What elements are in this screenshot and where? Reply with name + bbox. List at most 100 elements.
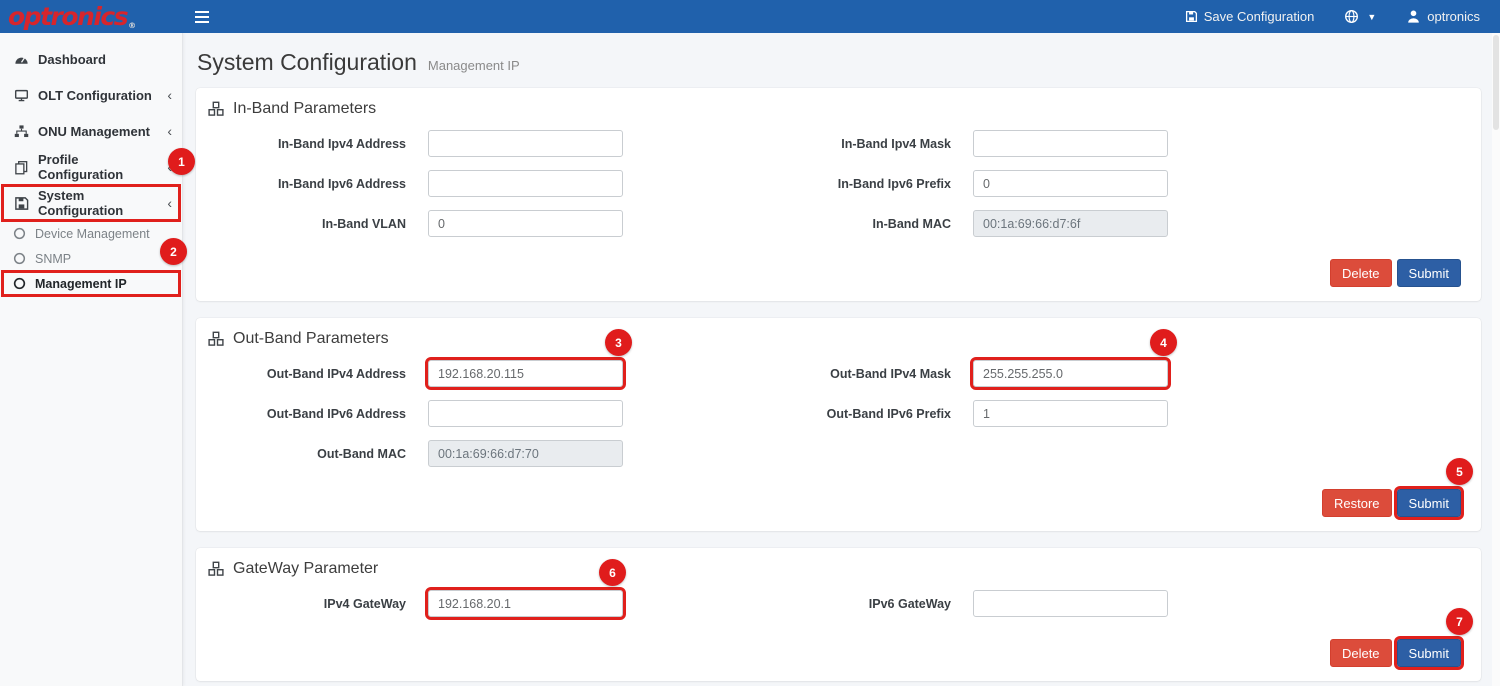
dashboard-icon [14,52,29,67]
sidebar-item-olt-configuration[interactable]: OLT Configuration ‹ [2,77,180,113]
cubes-icon [208,331,224,347]
outband-form: Out-Band IPv4 Address 3 Out-Band IPv4 Ma… [206,360,1471,467]
field-label: In-Band Ipv6 Prefix [751,177,951,191]
gateway-actions: Delete Submit 7 [206,639,1461,667]
chevron-left-icon: ‹ [167,195,172,211]
outband-ipv6-address-input[interactable] [428,400,623,427]
sidebar-item-dashboard[interactable]: Dashboard [2,41,180,77]
chevron-left-icon: ‹ [167,123,172,139]
outband-section-title: Out-Band Parameters [208,330,1471,348]
gateway-form: IPv4 GateWay 6 IPv6 GateWay [206,590,1471,617]
form-row: In-Band MAC [751,210,1471,237]
cubes-icon [208,101,224,117]
circle-icon [13,277,26,290]
field-label: IPv4 GateWay [206,597,406,611]
outband-submit-button[interactable]: Submit [1397,489,1461,517]
chevron-left-icon: ‹ [167,159,172,175]
form-row: IPv6 GateWay [751,590,1471,617]
outband-ipv4-address-input[interactable] [428,360,623,387]
outband-actions: Restore Submit 5 [206,489,1461,517]
chevron-left-icon: ‹ [167,87,172,103]
main-content: System Configuration Management IP In-Ba… [183,33,1492,686]
form-row-empty [751,440,1471,467]
save-configuration-label: Save Configuration [1204,9,1315,24]
sidebar-item-label: OLT Configuration [38,88,152,103]
sidebar-item-snmp[interactable]: SNMP [2,246,180,271]
field-label: In-Band MAC [751,217,951,231]
outband-ipv4-mask-input[interactable] [973,360,1168,387]
form-row: Out-Band IPv4 Mask 4 [751,360,1471,387]
form-row: IPv4 GateWay 6 [206,590,751,617]
caret-down-icon: ▼ [1367,12,1376,22]
inband-ipv4-mask-input[interactable] [973,130,1168,157]
inband-actions: Delete Submit [206,259,1461,287]
field-label: Out-Band IPv6 Address [206,407,406,421]
sidebar-item-label: ONU Management [38,124,150,139]
save-configuration-button[interactable]: Save Configuration [1185,9,1315,24]
circle-icon [13,252,26,265]
sidebar-item-profile-configuration[interactable]: Profile Configuration ‹ [2,149,180,185]
form-row: Out-Band IPv4 Address 3 [206,360,751,387]
brand-text: optronics [8,4,127,29]
inband-submit-button[interactable]: Submit [1397,259,1461,287]
sidebar-item-management-ip[interactable]: Management IP 2 [2,271,180,296]
sidebar-item-system-configuration[interactable]: System Configuration ‹ 1 [2,185,180,221]
language-dropdown[interactable]: ▼ [1344,9,1376,24]
outband-restore-button[interactable]: Restore [1322,489,1392,517]
page-subtitle: Management IP [428,58,520,73]
inband-ipv4-address-input[interactable] [428,130,623,157]
ipv4-gateway-input[interactable] [428,590,623,617]
inband-delete-button[interactable]: Delete [1330,259,1392,287]
circle-icon [13,227,26,240]
copy-icon [14,160,29,175]
vertical-scrollbar[interactable] [1492,33,1500,686]
gateway-submit-button[interactable]: Submit [1397,639,1461,667]
topbar-right: Save Configuration ▼ optronics [1185,9,1500,24]
sidebar: Dashboard OLT Configuration ‹ ONU Manage… [0,33,183,686]
username-label: optronics [1427,9,1480,24]
sidebar-item-onu-management[interactable]: ONU Management ‹ [2,113,180,149]
outband-parameters-card: Out-Band Parameters Out-Band IPv4 Addres… [196,318,1481,531]
form-row: In-Band Ipv6 Address [206,170,751,197]
ipv6-gateway-input[interactable] [973,590,1168,617]
cubes-icon [208,561,224,577]
gateway-parameter-card: GateWay Parameter IPv4 GateWay 6 IPv6 Ga… [196,548,1481,681]
inband-vlan-input[interactable] [428,210,623,237]
topbar: optronics® Save Configuration ▼ optronic… [0,0,1500,33]
form-row: Out-Band IPv6 Prefix [751,400,1471,427]
form-row: Out-Band IPv6 Address [206,400,751,427]
inband-section-title: In-Band Parameters [208,100,1471,118]
inband-ipv6-address-input[interactable] [428,170,623,197]
page-title: System Configuration [197,49,417,76]
sidebar-item-label: System Configuration [38,188,158,218]
form-row: In-Band Ipv4 Address [206,130,751,157]
form-row: In-Band Ipv4 Mask [751,130,1471,157]
sidebar-item-label: Management IP [35,277,127,291]
sitemap-icon [14,124,29,139]
inband-parameters-card: In-Band Parameters In-Band Ipv4 Address … [196,88,1481,301]
field-label: In-Band VLAN [206,217,406,231]
sidebar-toggle-icon[interactable] [195,11,209,23]
brand-logo: optronics® [0,0,183,33]
form-row: In-Band Ipv6 Prefix [751,170,1471,197]
gateway-section-title: GateWay Parameter [208,560,1471,578]
sidebar-item-label: Dashboard [38,52,106,67]
save-icon [14,196,29,211]
field-label: Out-Band MAC [206,447,406,461]
form-row: In-Band VLAN [206,210,751,237]
sidebar-item-label: Device Management [35,227,150,241]
outband-ipv6-prefix-input[interactable] [973,400,1168,427]
user-menu[interactable]: optronics [1406,9,1480,24]
field-label: Out-Band IPv6 Prefix [751,407,951,421]
gateway-delete-button[interactable]: Delete [1330,639,1392,667]
page-header: System Configuration Management IP [183,33,1492,88]
inband-ipv6-prefix-input[interactable] [973,170,1168,197]
field-label: IPv6 GateWay [751,597,951,611]
inband-mac-input [973,210,1168,237]
field-label: In-Band Ipv4 Mask [751,137,951,151]
sidebar-item-label: SNMP [35,252,71,266]
scrollbar-thumb[interactable] [1493,35,1499,130]
sidebar-item-device-management[interactable]: Device Management [2,221,180,246]
inband-form: In-Band Ipv4 Address In-Band Ipv4 Mask I… [206,130,1471,237]
user-icon [1406,9,1421,24]
